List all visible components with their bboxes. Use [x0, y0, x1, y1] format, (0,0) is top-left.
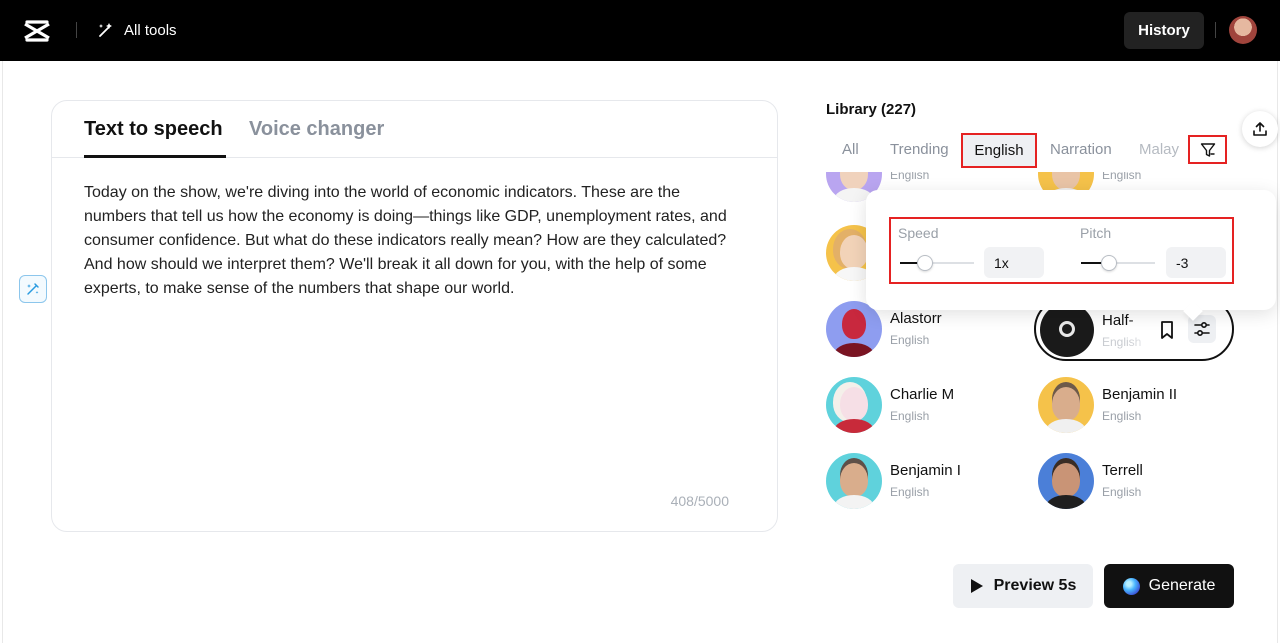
- editor-tabs: Text to speech Voice changer: [52, 101, 777, 158]
- library-tab-english[interactable]: English: [961, 133, 1037, 168]
- voice-item-charlie-m[interactable]: Charlie M English: [826, 377, 954, 433]
- library-tab-all[interactable]: All: [842, 141, 859, 158]
- bookmark-icon[interactable]: [1156, 319, 1178, 341]
- voice-avatar: [1040, 303, 1094, 357]
- voice-avatar: [1038, 453, 1094, 509]
- voice-language: English: [1102, 172, 1142, 182]
- generate-label: Generate: [1148, 577, 1216, 594]
- voice-item-benjamin-ii[interactable]: Benjamin II English: [1038, 377, 1177, 433]
- sliders-icon: [1194, 321, 1210, 337]
- history-button[interactable]: History: [1124, 12, 1204, 49]
- speed-label: Speed: [898, 225, 939, 241]
- loading-spinner-icon: [1059, 321, 1075, 337]
- voice-language: English: [890, 485, 930, 499]
- voice-name: Charlie M: [890, 386, 955, 403]
- page-border-right: [1277, 61, 1278, 643]
- library-title: Library (227): [826, 101, 917, 118]
- name-fade: [1128, 307, 1158, 353]
- active-tab-indicator: [84, 155, 226, 158]
- voice-name: Alastorr: [890, 310, 942, 327]
- ai-orb-icon: [1122, 577, 1140, 595]
- topbar-divider-right: [1215, 22, 1216, 38]
- voice-avatar: [826, 377, 882, 433]
- preview-label: Preview 5s: [993, 577, 1077, 594]
- ai-write-tool-button[interactable]: [19, 275, 47, 303]
- voice-language: English: [1102, 485, 1142, 499]
- voice-filter-button[interactable]: [1188, 135, 1227, 164]
- topbar-divider: [76, 22, 77, 38]
- pitch-slider[interactable]: [1081, 254, 1155, 272]
- voice-avatar: [1038, 377, 1094, 433]
- filter-icon: [1200, 142, 1215, 157]
- character-count: 408/5000: [670, 493, 729, 509]
- library-tab-malay[interactable]: Malay: [1139, 141, 1179, 158]
- pitch-label: Pitch: [1080, 225, 1112, 241]
- tab-text-to-speech[interactable]: Text to speech: [84, 118, 223, 141]
- slider-handle[interactable]: [1101, 255, 1117, 271]
- top-bar: All tools History: [0, 0, 1280, 61]
- script-textarea[interactable]: Today on the show, we're diving into the…: [84, 181, 734, 301]
- voice-language: English: [890, 409, 930, 423]
- voice-avatar: [826, 453, 882, 509]
- editor-card: Text to speech Voice changer Today on th…: [51, 100, 778, 532]
- slider-handle[interactable]: [917, 255, 933, 271]
- voice-name: Benjamin I: [890, 462, 961, 479]
- speed-value-input[interactable]: 1x: [984, 247, 1044, 278]
- speed-slider[interactable]: [900, 254, 974, 272]
- voice-item-benjamin-i[interactable]: Benjamin I English: [826, 453, 961, 509]
- library-tab-trending[interactable]: Trending: [890, 141, 949, 158]
- voice-name: Benjamin II: [1102, 386, 1178, 403]
- pitch-value-input[interactable]: -3: [1166, 247, 1226, 278]
- voice-language: English: [890, 333, 930, 347]
- user-avatar[interactable]: [1229, 16, 1257, 44]
- voice-language: English: [1102, 409, 1142, 423]
- all-tools-label: All tools: [124, 21, 177, 39]
- voice-language: English: [890, 172, 930, 182]
- library-tab-narration[interactable]: Narration: [1050, 141, 1112, 158]
- tab-voice-changer[interactable]: Voice changer: [249, 118, 384, 141]
- voice-item-terrell[interactable]: Terrell English: [1038, 453, 1143, 509]
- preview-button[interactable]: Preview 5s: [953, 564, 1093, 608]
- all-tools-button[interactable]: All tools: [96, 18, 177, 42]
- magic-wand-icon: [99, 23, 112, 37]
- upload-icon: [1253, 122, 1267, 136]
- voice-name: Terrell: [1102, 462, 1143, 479]
- upload-voice-button[interactable]: [1242, 111, 1278, 147]
- magic-pen-icon: [27, 283, 39, 295]
- generate-button[interactable]: Generate: [1104, 564, 1234, 608]
- page-border-left: [2, 61, 3, 643]
- play-icon: [970, 579, 983, 593]
- capcut-logo-icon[interactable]: [22, 16, 52, 46]
